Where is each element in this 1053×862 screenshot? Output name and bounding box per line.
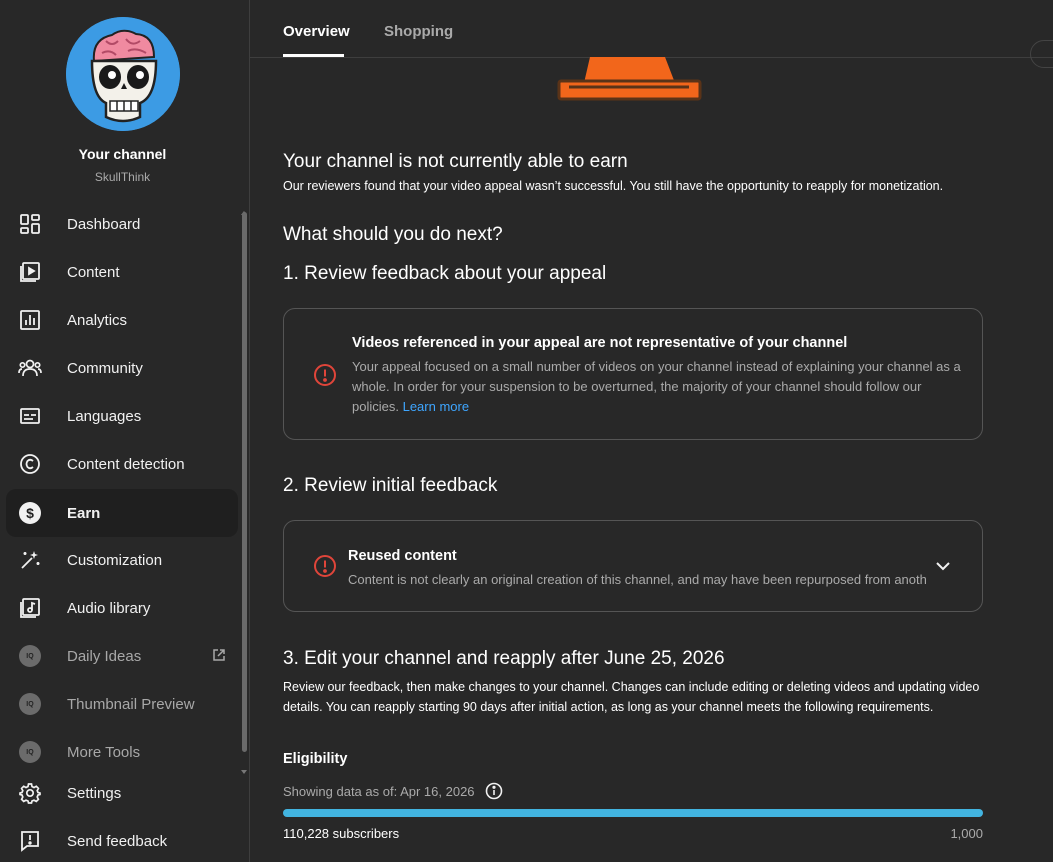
status-subtext: Our reviewers found that your video appe… [283,179,944,193]
gear-icon [18,781,42,805]
community-icon [18,356,42,380]
content-icon [18,260,42,284]
warning-icon [313,363,337,387]
sidebar-item-label: Send feedback [67,832,168,850]
sidebar-item-label: Earn [67,504,101,522]
audio-library-icon [18,596,42,620]
sidebar-item-settings[interactable]: Settings [6,769,238,817]
corner-button[interactable] [1030,40,1053,68]
main-content: Overview Shopping Your channel is not cu… [250,0,1053,862]
sidebar-item-label: Content detection [67,455,185,473]
learn-more-link[interactable]: Learn more [403,399,469,414]
sidebar-item-content-detection[interactable]: Content detection [6,440,238,488]
eligibility-heading: Eligibility [283,751,348,767]
warning-icon [313,554,337,578]
iq-icon: IQ [18,740,42,764]
iq-icon: IQ [18,644,42,668]
sidebar-item-label: Daily Ideas [67,647,142,665]
chevron-down-icon[interactable] [934,557,952,575]
sidebar-item-customization[interactable]: Customization [6,536,238,584]
step2-heading: 2. Review initial feedback [283,475,498,496]
sidebar-item-analytics[interactable]: Analytics [6,296,238,344]
step1-heading: 1. Review feedback about your appeal [283,263,607,284]
subscriber-progress-bar [283,809,983,817]
step3-heading: 3. Edit your channel and reapply after J… [283,648,725,669]
external-link-icon [212,648,226,662]
sidebar-item-community[interactable]: Community [6,344,238,392]
analytics-icon [18,308,42,332]
subscriber-progress-fill [283,809,983,817]
traffic-cone-illustration [557,57,702,101]
tab-overview[interactable]: Overview [283,23,350,40]
copyright-icon [18,452,42,476]
card-title: Reused content [348,548,457,564]
data-date-text: Showing data as of: Apr 16, 2026 [283,783,475,799]
sidebar-item-label: Content [67,263,120,281]
dollar-icon: $ [18,501,42,525]
iq-icon: IQ [18,692,42,716]
sidebar-item-thumbnail-preview[interactable]: IQ Thumbnail Preview [6,680,238,728]
info-icon[interactable] [485,782,503,800]
sidebar-item-label: Community [67,359,143,377]
sidebar-item-audio-library[interactable]: Audio library [6,584,238,632]
sidebar-item-label: Languages [67,407,142,425]
sidebar-item-label: Dashboard [67,215,141,233]
sidebar-item-send-feedback[interactable]: Send feedback [6,817,238,862]
sidebar-item-label: Analytics [67,311,128,329]
sidebar-scrollbar[interactable] [242,212,247,752]
subscriber-target: 1,000 [950,826,983,841]
card-title: Videos referenced in your appeal are not… [352,335,848,351]
svg-text:$: $ [26,505,34,521]
sidebar-item-label: Customization [67,551,163,569]
sidebar-item-label: Audio library [67,599,151,617]
feedback-icon [18,829,42,853]
next-steps-heading: What should you do next? [283,224,503,245]
initial-feedback-card[interactable]: Reused content Content is not clearly an… [283,520,983,612]
languages-icon [18,404,42,428]
step3-body: Review our feedback, then make changes t… [283,680,980,714]
data-date: Showing data as of: Apr 16, 2026 [283,782,503,800]
card-body: Content is not clearly an original creat… [348,572,926,587]
sidebar-item-label: Settings [67,784,122,802]
appeal-feedback-card: Videos referenced in your appeal are not… [283,308,983,440]
sidebar-item-daily-ideas[interactable]: IQ Daily Ideas [6,632,238,680]
sidebar-item-dashboard[interactable]: Dashboard [6,200,238,248]
subscriber-count: 110,228 subscribers [283,826,400,841]
active-tab-indicator [283,54,344,57]
sidebar-item-content[interactable]: Content [6,248,238,296]
channel-avatar[interactable] [66,17,180,131]
scroll-down-arrow[interactable] [240,762,248,774]
sidebar-item-languages[interactable]: Languages [6,392,238,440]
channel-title: Your channel [78,146,167,162]
scroll-up-arrow[interactable] [240,203,248,215]
tab-bar: Overview Shopping [250,0,1053,58]
card-body: Your appeal focused on a small number of… [352,359,961,414]
sidebar-item-label: Thumbnail Preview [67,695,195,713]
sidebar-item-earn[interactable]: $ Earn [6,489,238,537]
channel-handle: SkullThink [94,170,151,184]
tab-shopping[interactable]: Shopping [384,23,453,40]
sidebar: Your channel SkullThink Dashboard Conten… [0,0,250,862]
dashboard-icon [18,212,42,236]
magic-wand-icon [18,548,42,572]
sidebar-item-label: More Tools [67,743,141,761]
status-heading: Your channel is not currently able to ea… [283,151,628,172]
